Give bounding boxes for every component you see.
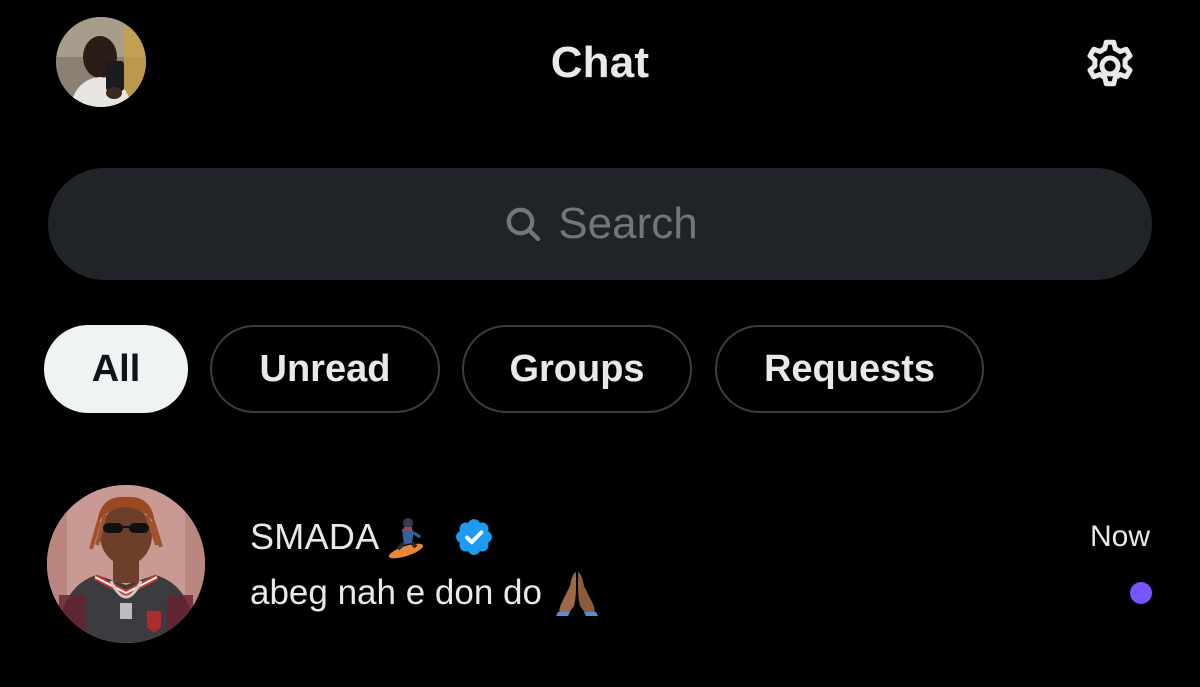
search-placeholder: Search — [558, 199, 698, 248]
page-title: Chat — [550, 38, 650, 87]
filter-all[interactable]: All — [44, 325, 188, 413]
verified-badge-icon — [452, 515, 496, 559]
search-input[interactable]: Search — [48, 168, 1152, 280]
chat-header: Chat — [0, 0, 1200, 130]
folded-hands-emoji-icon — [552, 568, 602, 618]
gear-icon — [1087, 39, 1133, 87]
conversation-preview: abeg nah e don do — [250, 573, 542, 612]
conversation-time: Now — [1089, 520, 1150, 553]
avatar — [47, 485, 205, 643]
snowboarder-emoji-icon — [386, 515, 430, 559]
settings-button[interactable] — [1077, 33, 1143, 99]
filter-requests[interactable]: Requests — [715, 325, 984, 413]
unread-indicator — [1130, 582, 1152, 604]
filter-unread[interactable]: Unread — [210, 325, 440, 413]
filter-groups[interactable]: Groups — [462, 325, 692, 413]
conversation-name-line: SMADA — [250, 512, 496, 562]
conversation-preview-line: abeg nah e don do — [250, 568, 602, 618]
search-icon — [502, 203, 544, 245]
conversation-row[interactable]: SMADA abeg nah e don do Now — [0, 470, 1200, 660]
conversation-name: SMADA — [250, 516, 380, 557]
